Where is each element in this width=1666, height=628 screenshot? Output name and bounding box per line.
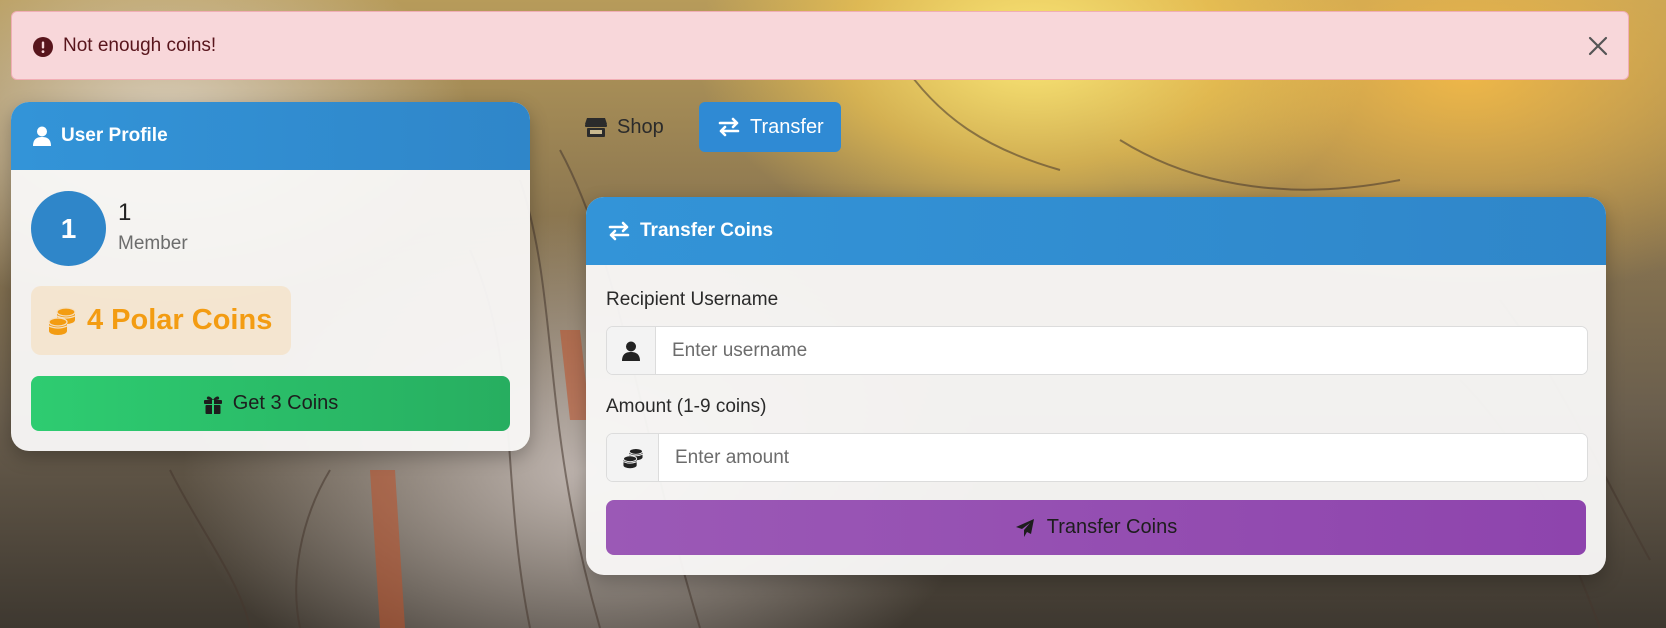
coin-balance: 4 Polar Coins <box>31 286 291 355</box>
user-icon <box>33 126 51 146</box>
recipient-username-input[interactable] <box>656 327 1587 374</box>
exchange-icon <box>608 221 630 241</box>
alert-message: Not enough coins! <box>63 35 217 56</box>
user-profile-card: User Profile 1 1 Member 4 Polar Coins Ge… <box>11 102 530 451</box>
gift-icon <box>203 396 222 414</box>
transfer-card-header: Transfer Coins <box>586 197 1606 265</box>
tab-shop[interactable]: Shop <box>573 102 683 152</box>
transfer-coins-card: Transfer Coins Recipient Username Amount… <box>586 197 1606 575</box>
avatar: 1 <box>31 191 106 266</box>
profile-card-header: User Profile <box>11 102 530 170</box>
store-icon <box>585 118 607 137</box>
transfer-card-title: Transfer Coins <box>640 220 774 241</box>
get-coins-button[interactable]: Get 3 Coins <box>31 376 510 431</box>
amount-input[interactable] <box>659 434 1587 481</box>
close-icon[interactable] <box>1586 34 1610 58</box>
coins-icon <box>48 306 76 335</box>
exchange-icon <box>718 117 740 137</box>
recipient-label: Recipient Username <box>606 289 779 310</box>
exclamation-circle-icon <box>33 37 53 57</box>
user-role: Member <box>118 233 188 254</box>
paper-plane-icon <box>1015 518 1034 537</box>
amount-input-group <box>606 433 1588 482</box>
user-icon <box>622 341 640 361</box>
transfer-coins-label: Transfer Coins <box>1046 516 1178 538</box>
transfer-coins-button[interactable]: Transfer Coins <box>606 500 1586 555</box>
amount-addon <box>607 434 659 481</box>
error-alert: Not enough coins! <box>11 11 1629 80</box>
tab-transfer[interactable]: Transfer <box>699 102 841 152</box>
recipient-input-group <box>606 326 1588 375</box>
username: 1 <box>118 199 132 226</box>
tab-shop-label: Shop <box>617 115 664 138</box>
amount-label: Amount (1-9 coins) <box>606 396 767 417</box>
coins-icon <box>622 447 643 468</box>
recipient-addon <box>607 327 656 374</box>
profile-card-title: User Profile <box>61 125 168 146</box>
get-coins-label: Get 3 Coins <box>232 392 339 414</box>
coin-balance-text: 4 Polar Coins <box>87 304 273 336</box>
tab-transfer-label: Transfer <box>750 115 824 138</box>
